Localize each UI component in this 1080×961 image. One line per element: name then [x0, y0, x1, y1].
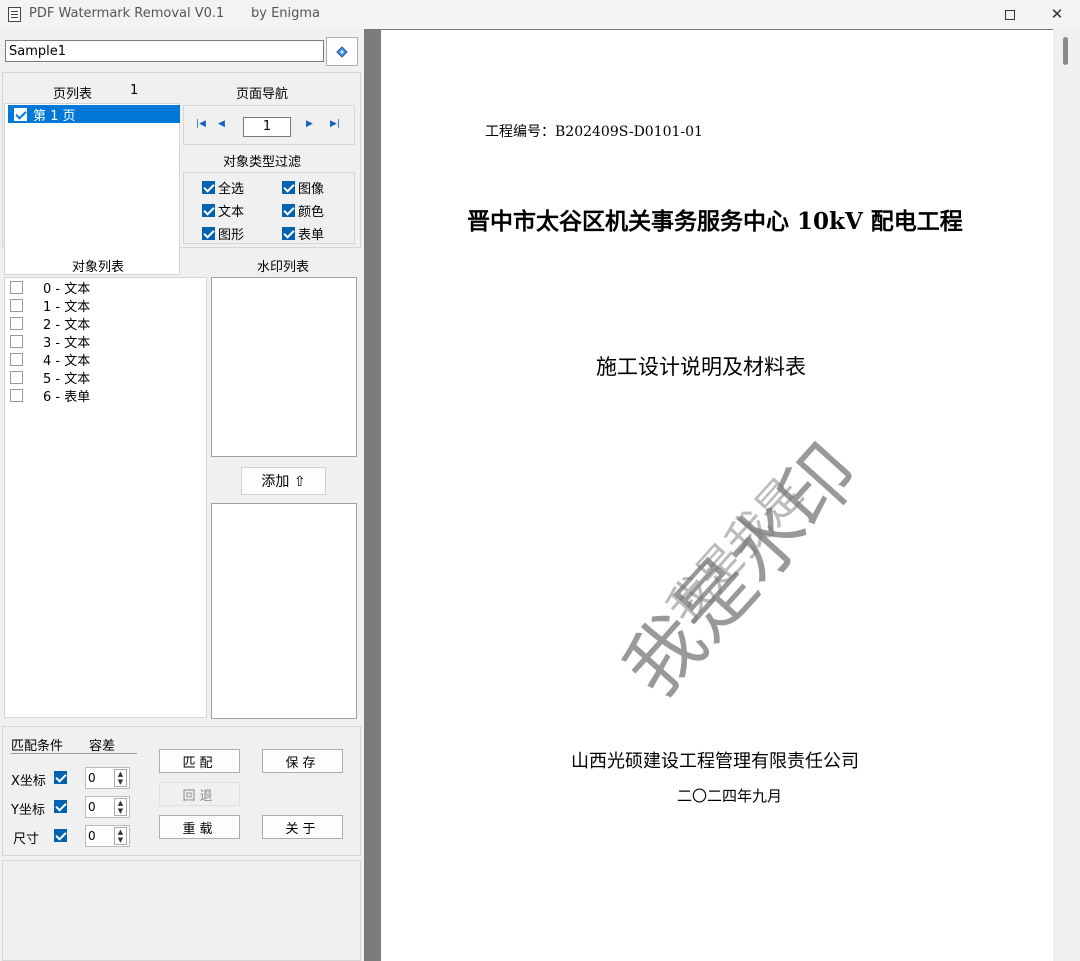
- project-number: 工程编号：B202409S-D0101-01: [485, 124, 703, 140]
- filter-header: 对象类型过滤: [223, 155, 302, 170]
- page-number-field[interactable]: 1: [243, 117, 291, 137]
- object-checkbox[interactable]: [10, 316, 23, 330]
- size-tolerance-stepper[interactable]: 0 ▲ ▼: [85, 825, 130, 847]
- object-list-header: 对象列表: [72, 260, 125, 275]
- company-name: 山西光硕建设工程管理有限责任公司: [571, 751, 859, 772]
- filter-form[interactable]: 表单: [282, 224, 324, 243]
- file-input[interactable]: [5, 40, 324, 62]
- close-button[interactable]: ✕: [1034, 0, 1080, 29]
- filter-all[interactable]: 全选: [202, 178, 244, 197]
- reload-button[interactable]: 重载: [159, 815, 240, 839]
- list-item[interactable]: 4 - 文本: [10, 350, 90, 369]
- close-icon: ✕: [1050, 5, 1064, 23]
- pdf-page[interactable]: 工程编号：B202409S-D0101-01 晋中市太谷区机关事务服务中心 10…: [381, 30, 1053, 961]
- viewer-scrollbar[interactable]: [1053, 29, 1080, 961]
- object-checkbox[interactable]: [10, 298, 23, 312]
- x-coord-checkbox[interactable]: [54, 771, 67, 784]
- prev-page-icon[interactable]: ◀: [218, 119, 225, 129]
- y-tolerance-stepper[interactable]: 0 ▲ ▼: [85, 796, 130, 818]
- list-item[interactable]: 5 - 文本: [10, 368, 90, 387]
- list-item[interactable]: 0 - 文本: [10, 278, 90, 297]
- control-panel: 页列表 1 第 1 页 页面导航 |◀ ◀ 1 ▶ ▶| 对象类型过滤 全选 图…: [0, 31, 364, 961]
- undo-button[interactable]: 回退: [159, 782, 240, 806]
- page-item-label: 第 1 页: [33, 108, 76, 124]
- filter-checkbox[interactable]: [202, 181, 215, 194]
- stepper-arrows-icon[interactable]: ▲ ▼: [114, 798, 127, 816]
- filter-color[interactable]: 颜色: [282, 201, 324, 220]
- page-nav: |◀ ◀ 1 ▶ ▶|: [183, 105, 355, 145]
- object-checkbox[interactable]: [10, 370, 23, 384]
- filter-text[interactable]: 文本: [202, 201, 244, 220]
- stepper-arrows-icon[interactable]: ▲ ▼: [114, 827, 127, 845]
- window-author: by Enigma: [251, 6, 321, 21]
- page-list[interactable]: 第 1 页: [4, 103, 180, 275]
- object-checkbox[interactable]: [10, 388, 23, 402]
- filter-shape[interactable]: 图形: [202, 224, 244, 243]
- watermark-list-header: 水印列表: [257, 260, 310, 275]
- filter-checkbox[interactable]: [282, 227, 295, 240]
- next-page-icon[interactable]: ▶: [306, 119, 313, 129]
- app-icon: [8, 7, 21, 22]
- match-group: 匹配条件 容差 X坐标 0 ▲ ▼ Y坐标 0 ▲ ▼ 尺寸 0 ▲ ▼ 匹配 保存 …: [2, 726, 361, 856]
- object-list[interactable]: 0 - 文本 1 - 文本 2 - 文本 3 - 文本 4 - 文本 5 - 文…: [4, 277, 207, 718]
- page-count: 1: [130, 83, 139, 98]
- x-tolerance-stepper[interactable]: 0 ▲ ▼: [85, 767, 130, 789]
- page-checkbox[interactable]: [14, 107, 27, 121]
- document-date: 二〇二四年九月: [677, 787, 783, 805]
- list-item[interactable]: 2 - 文本: [10, 314, 90, 333]
- document-title: 晋中市太谷区机关事务服务中心 10kV 配电工程: [467, 208, 963, 235]
- window-title: PDF Watermark Removal V0.1: [29, 6, 225, 21]
- open-file-button[interactable]: [326, 37, 358, 66]
- tolerance-header: 容差: [89, 739, 116, 754]
- open-icon: [336, 45, 348, 58]
- about-button[interactable]: 关于: [262, 815, 343, 839]
- filter-checkbox[interactable]: [202, 204, 215, 217]
- list-item[interactable]: 3 - 文本: [10, 332, 90, 351]
- size-label: 尺寸: [13, 832, 40, 847]
- match-condition-header: 匹配条件: [11, 739, 64, 754]
- first-page-icon[interactable]: |◀: [196, 119, 206, 129]
- object-checkbox[interactable]: [10, 280, 23, 294]
- add-watermark-button[interactable]: 添加 ⇧: [241, 467, 326, 495]
- maximize-button[interactable]: [987, 0, 1033, 29]
- filter-image[interactable]: 图像: [282, 178, 324, 197]
- watermark-detail-list[interactable]: [211, 503, 357, 719]
- stepper-arrows-icon[interactable]: ▲ ▼: [114, 769, 127, 787]
- list-item[interactable]: 第 1 页: [8, 105, 180, 124]
- list-item[interactable]: 6 - 表单: [10, 386, 90, 405]
- object-checkbox[interactable]: [10, 352, 23, 366]
- status-area: [2, 860, 361, 961]
- object-checkbox[interactable]: [10, 334, 23, 348]
- filter-checkbox[interactable]: [282, 181, 295, 194]
- list-item[interactable]: 1 - 文本: [10, 296, 90, 315]
- page-nav-header: 页面导航: [236, 87, 289, 102]
- y-coord-checkbox[interactable]: [54, 800, 67, 813]
- last-page-icon[interactable]: ▶|: [330, 119, 340, 129]
- maximize-icon: [1005, 9, 1015, 20]
- watermark-list[interactable]: [211, 277, 357, 457]
- filter-checkbox[interactable]: [282, 204, 295, 217]
- page-list-header: 页列表: [53, 87, 93, 102]
- header-divider: [11, 753, 137, 754]
- x-coord-label: X坐标: [11, 774, 46, 789]
- filter-checkbox[interactable]: [202, 227, 215, 240]
- size-checkbox[interactable]: [54, 829, 67, 842]
- title-bar: PDF Watermark Removal V0.1 by Enigma ✕: [0, 0, 1080, 29]
- save-button[interactable]: 保存: [262, 749, 343, 773]
- scroll-thumb[interactable]: [1063, 37, 1068, 65]
- match-button[interactable]: 匹配: [159, 749, 240, 773]
- type-filter: 全选 图像 文本 颜色 图形 表单: [183, 172, 355, 244]
- y-coord-label: Y坐标: [11, 803, 45, 818]
- document-subtitle: 施工设计说明及材料表: [596, 355, 806, 379]
